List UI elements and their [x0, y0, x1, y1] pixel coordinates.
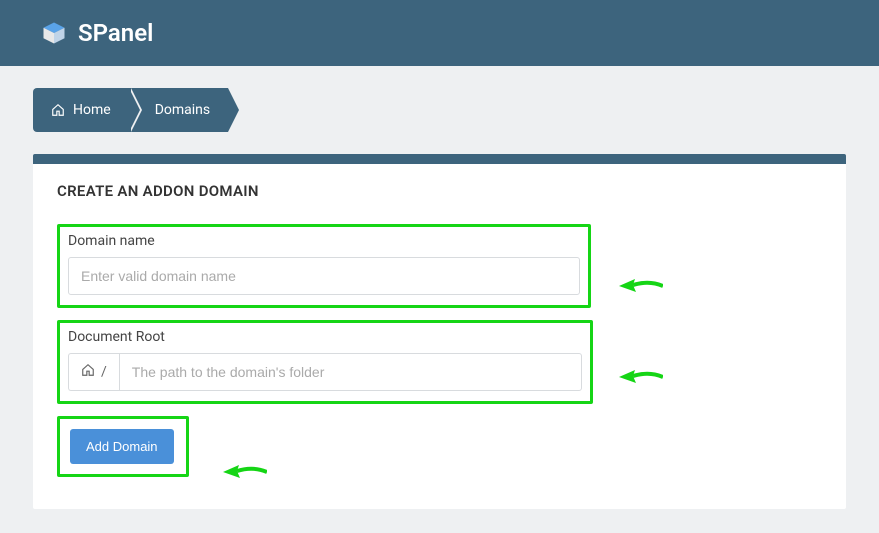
breadcrumb-home-label: Home: [73, 102, 111, 118]
domain-field-highlight: Domain name: [57, 224, 591, 308]
form-panel: CREATE AN ADDON DOMAIN Domain name Docum…: [33, 154, 846, 509]
annotation-arrow-icon: [619, 278, 663, 294]
add-domain-button[interactable]: Add Domain: [70, 429, 174, 464]
breadcrumb-home[interactable]: Home: [33, 88, 129, 132]
domain-name-input[interactable]: [68, 257, 580, 295]
brand-logo[interactable]: SPanel: [40, 19, 153, 47]
annotation-arrow-icon: [619, 369, 663, 385]
brand-text: SPanel: [78, 19, 153, 47]
path-separator: /: [101, 364, 107, 380]
breadcrumb-current-label: Domains: [155, 102, 210, 118]
breadcrumb-current[interactable]: Domains: [129, 88, 228, 132]
panel-title: CREATE AN ADDON DOMAIN: [57, 178, 822, 224]
spanel-icon: [40, 19, 68, 47]
document-root-group: /: [68, 353, 582, 391]
home-icon: [81, 363, 95, 381]
document-root-prefix: /: [68, 353, 119, 391]
document-root-label: Document Root: [68, 329, 582, 345]
breadcrumb: Home Domains: [33, 88, 879, 132]
home-icon: [51, 103, 65, 117]
button-highlight: Add Domain: [57, 416, 189, 477]
document-root-input[interactable]: [119, 353, 582, 391]
header: SPanel: [0, 0, 879, 66]
domain-name-label: Domain name: [68, 233, 580, 249]
docroot-field-highlight: Document Root /: [57, 320, 593, 404]
annotation-arrow-icon: [223, 464, 267, 480]
